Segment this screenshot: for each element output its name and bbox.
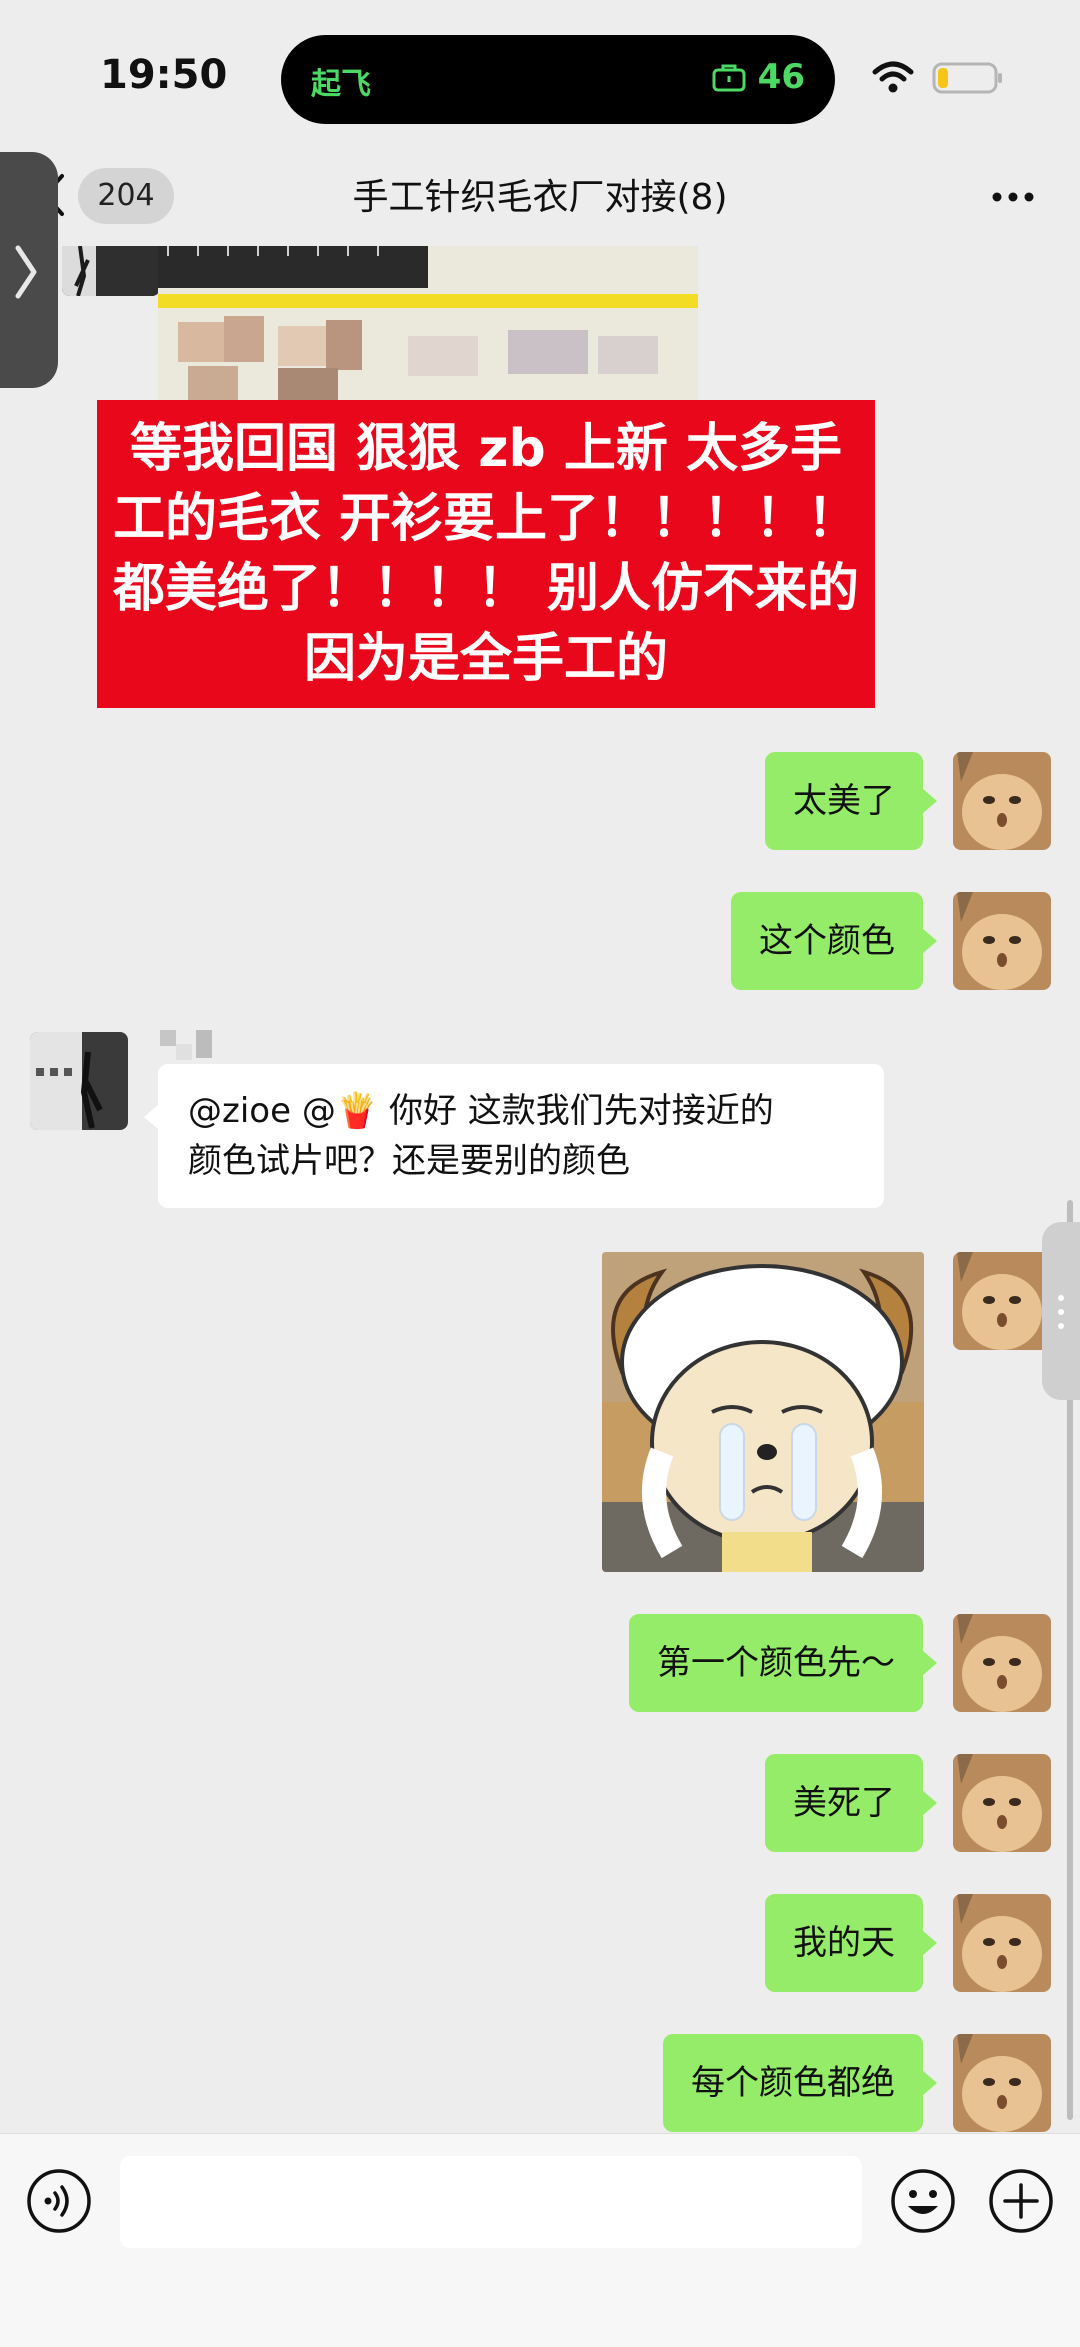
incoming-message-line: @zioe @🍟 你好 这款我们先对接近的	[188, 1091, 774, 1131]
promo-line: 等我回国 狠狠 zb 上新 太多手	[130, 419, 842, 479]
my-avatar[interactable]	[953, 1894, 1051, 1992]
outgoing-message[interactable]: 美死了	[765, 1754, 937, 1852]
plus-icon[interactable]	[988, 2168, 1054, 2234]
my-avatar[interactable]	[953, 752, 1051, 850]
sender-name-pixelated	[160, 1030, 214, 1060]
my-avatar[interactable]	[953, 1252, 1051, 1350]
outgoing-message[interactable]: 我的天	[765, 1894, 937, 1992]
scrollbar-handle[interactable]	[1042, 1222, 1080, 1400]
island-activity-label: 起飞	[311, 67, 371, 102]
status-bar: 19:50 起飞 46	[0, 0, 1080, 150]
outgoing-message[interactable]: 这个颜色	[731, 892, 937, 990]
more-options-icon[interactable]	[990, 190, 1036, 204]
incoming-message[interactable]: @zioe @🍟 你好 这款我们先对接近的 颜色试片吧？还是要别的颜色	[144, 1064, 884, 1208]
sender-avatar[interactable]	[62, 246, 160, 296]
my-avatar[interactable]	[953, 1614, 1051, 1712]
island-activity-value: 46	[712, 57, 805, 97]
status-time: 19:50	[100, 52, 228, 98]
promo-line: 工的毛衣 开衫要上了！！！！！	[112, 489, 860, 549]
dynamic-island[interactable]: 起飞 46	[281, 35, 835, 124]
incoming-message-line: 颜色试片吧？还是要别的颜色	[188, 1141, 630, 1181]
battery-icon	[932, 62, 1002, 94]
promo-line: 因为是全手工的	[303, 629, 668, 689]
sender-avatar[interactable]	[30, 1032, 128, 1130]
emoji-icon[interactable]	[890, 2168, 956, 2234]
my-avatar[interactable]	[953, 2034, 1051, 2132]
briefcase-icon	[712, 64, 746, 92]
my-avatar[interactable]	[953, 1754, 1051, 1852]
chevron-right-icon	[15, 245, 37, 299]
my-avatar[interactable]	[953, 892, 1051, 990]
chat-input-bar	[0, 2133, 1080, 2347]
promo-line: 都美绝了！！！！ 别人仿不来的	[112, 559, 860, 619]
outgoing-message[interactable]: 太美了	[765, 752, 937, 850]
unread-count-badge[interactable]: 204	[78, 168, 174, 224]
message-input[interactable]	[120, 2156, 862, 2248]
outgoing-message[interactable]: 每个颜色都绝	[663, 2034, 937, 2132]
floating-side-handle[interactable]	[0, 152, 58, 388]
voice-input-icon[interactable]	[26, 2168, 92, 2234]
grip-dots-icon	[1058, 1295, 1064, 1329]
wifi-icon	[872, 61, 914, 93]
chat-header: 手工针织毛衣厂对接(8) 204	[0, 150, 1080, 246]
sticker-message[interactable]	[602, 1252, 924, 1572]
outgoing-message[interactable]: 第一个颜色先～	[629, 1614, 937, 1712]
island-value: 46	[757, 57, 805, 97]
promo-text-overlay: 等我回国 狠狠 zb 上新 太多手 工的毛衣 开衫要上了！！！！！ 都美绝了！！…	[97, 400, 875, 708]
image-message[interactable]	[158, 246, 698, 400]
